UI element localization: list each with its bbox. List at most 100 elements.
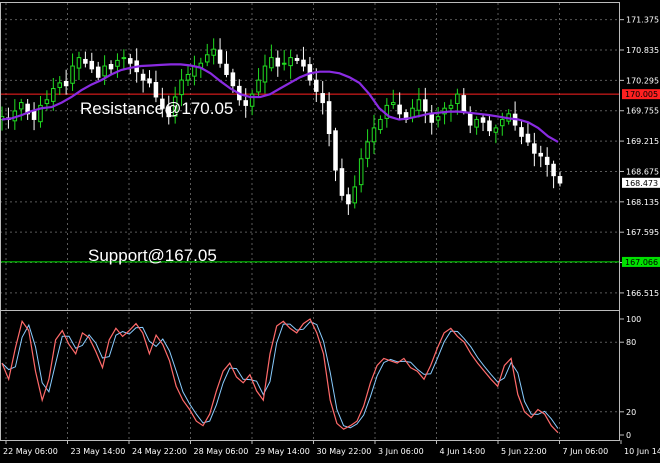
oscillator-signal-line (1, 321, 559, 429)
candle-down (525, 133, 531, 143)
candle-up (185, 73, 191, 81)
candle-down (108, 64, 114, 70)
candle-up (365, 141, 370, 159)
resistance-annotation: Resistance@170.05 (80, 99, 233, 118)
x-tick-label: 3 Jun 06:00 (378, 447, 424, 456)
candle-down (217, 49, 223, 64)
candlestick-series (0, 38, 563, 215)
y-tick-label: 169.755 (626, 107, 659, 116)
candle-up (358, 158, 364, 186)
y-tick-label: 167.595 (626, 228, 659, 237)
candle-up (204, 54, 210, 63)
candle-down (153, 81, 159, 98)
candle-down (83, 58, 88, 64)
support-resistance-lines (0, 93, 620, 263)
candle-up (288, 57, 293, 67)
x-tick-label: 29 May 14:00 (255, 447, 310, 456)
candle-up (416, 99, 422, 111)
candle-down (314, 79, 319, 92)
candle-up (262, 65, 268, 83)
candle-up (269, 57, 274, 69)
candle-up (70, 65, 75, 84)
candle-up (352, 186, 358, 204)
candle-down (230, 72, 236, 87)
y-tick-label: 168.675 (626, 167, 659, 176)
y-tick-label: 170.295 (626, 76, 659, 85)
candle-down (301, 59, 306, 67)
x-tick-label: 22 May 06:00 (3, 447, 58, 456)
candle-down (532, 143, 537, 154)
candle-down (128, 58, 133, 64)
x-tick-label: 5 Jun 22:00 (501, 447, 547, 456)
candle-up (115, 59, 120, 67)
x-tick-label: 23 May 14:00 (71, 447, 126, 456)
y-tick-label: 166.515 (626, 289, 659, 298)
candle-down (538, 152, 544, 157)
candle-up (435, 116, 441, 121)
osc-y-tick-label: 0 (626, 431, 631, 440)
candle-down (89, 60, 95, 70)
oscillator-main-line (1, 318, 559, 434)
candle-up (121, 57, 127, 60)
resistance-price-tag-label: 170.005 (625, 90, 658, 99)
candle-up (500, 118, 505, 127)
x-tick-label: 4 Jun 14:00 (440, 447, 486, 456)
candle-up (448, 104, 454, 109)
candle-up (378, 118, 383, 131)
osc-y-tick-label: 20 (626, 408, 636, 417)
candle-down (31, 111, 37, 120)
candle-down (544, 156, 550, 165)
candle-down (461, 95, 467, 112)
candle-up (474, 118, 479, 128)
candle-down (320, 93, 325, 104)
candle-up (390, 102, 396, 105)
current-price-tag-label: 168.473 (625, 179, 658, 188)
candle-down (243, 100, 248, 106)
candle-down (63, 80, 69, 87)
candle-down (339, 168, 345, 196)
candle-down (551, 163, 556, 177)
candle-down (275, 57, 281, 67)
y-tick-label: 170.835 (626, 46, 659, 55)
candle-down (557, 176, 563, 184)
candle-down (294, 58, 300, 61)
y-tick-label: 171.375 (626, 16, 659, 25)
candle-up (102, 65, 107, 77)
candle-down (140, 73, 146, 81)
candle-down (423, 99, 428, 112)
level-labels: 170.005 Resistance@170.05 167.066 Support@1… (80, 89, 660, 267)
support-price-tag-label: 167.066 (625, 258, 658, 267)
x-tick-label: 30 May 22:00 (317, 447, 372, 456)
candle-up (51, 88, 56, 102)
candle-up (179, 79, 184, 96)
oscillator-panel-frame (0, 310, 620, 441)
oscillator-series (1, 318, 559, 434)
candle-down (346, 194, 351, 205)
candle-up (256, 79, 261, 93)
candle-down (224, 63, 229, 75)
candle-down (333, 130, 338, 171)
candle-down (326, 101, 332, 135)
osc-y-tick-label: 100 (626, 315, 641, 324)
candle-down (397, 104, 402, 115)
candle-down (487, 120, 492, 132)
candle-up (76, 57, 82, 69)
y-tick-label: 169.215 (626, 137, 659, 146)
candle-down (467, 112, 473, 126)
candle-up (44, 99, 50, 105)
candle-down (480, 117, 486, 123)
y-tick-label: 168.135 (626, 198, 659, 207)
candle-up (281, 62, 287, 65)
x-tick-label: 24 May 22:00 (132, 447, 187, 456)
x-tick-label: 10 Jun 14:00 (624, 447, 660, 456)
x-tick-label: 28 May 06:00 (194, 447, 249, 456)
candle-up (493, 127, 499, 133)
price-chart: 171.375 170.835 170.295 169.755 169.215 168.6… (0, 2, 660, 456)
osc-y-tick-label: 80 (626, 338, 636, 347)
candle-up (18, 102, 24, 110)
candle-down (147, 78, 152, 84)
candle-up (455, 93, 460, 105)
x-tick-label: 7 Jun 06:00 (563, 447, 609, 456)
candle-down (95, 66, 101, 78)
support-annotation: Support@167.05 (88, 246, 217, 265)
